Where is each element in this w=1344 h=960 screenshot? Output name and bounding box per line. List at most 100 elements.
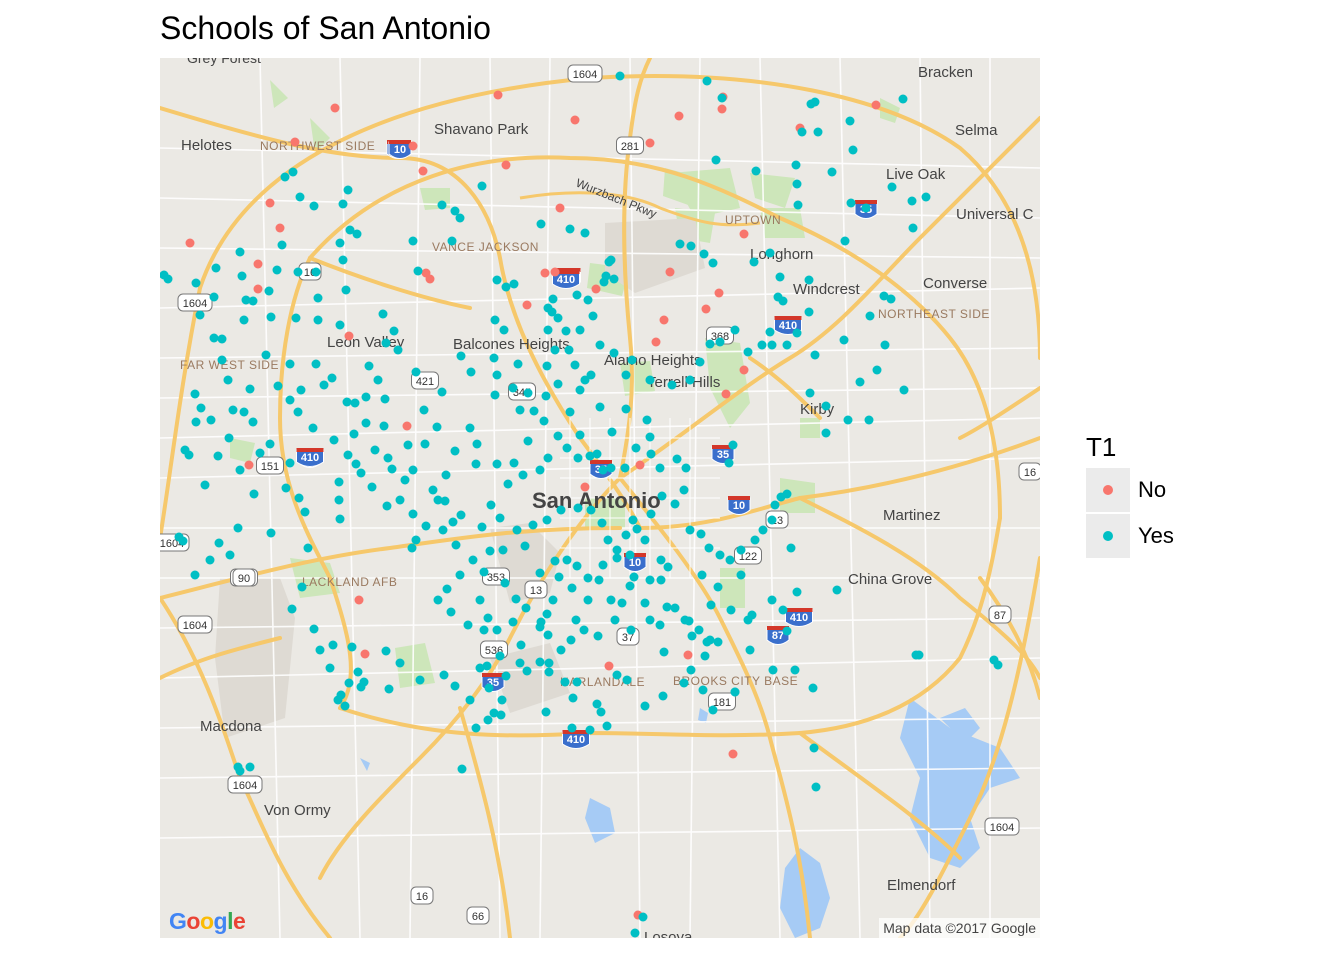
school-point-yes <box>543 453 553 463</box>
school-point-yes <box>553 379 563 389</box>
school-point-yes <box>529 406 539 416</box>
school-point-no <box>659 315 669 325</box>
school-point-yes <box>492 370 502 380</box>
school-point-yes <box>617 598 627 608</box>
highway-shield-label: 1604 <box>573 69 597 81</box>
school-point-yes <box>583 595 593 605</box>
school-point-yes <box>245 762 255 772</box>
map-attribution[interactable]: Map data ©2017 Google <box>879 918 1040 938</box>
school-point-yes <box>659 647 669 657</box>
school-point-yes <box>432 422 442 432</box>
school-point-no <box>330 103 340 113</box>
point-marker-icon <box>1103 531 1113 541</box>
school-point-yes <box>565 407 575 417</box>
school-point-no <box>871 100 881 110</box>
school-point-yes <box>311 267 321 277</box>
highway-shield-label: 16 <box>1024 467 1036 479</box>
school-point-no <box>645 138 655 148</box>
school-point-yes <box>209 333 219 343</box>
school-point-no <box>418 166 428 176</box>
school-point-yes <box>379 421 389 431</box>
school-point-yes <box>592 699 602 709</box>
school-point-yes <box>846 198 856 208</box>
school-point-yes <box>515 658 525 668</box>
school-point-yes <box>782 489 792 499</box>
school-point-yes <box>645 375 655 385</box>
place-label: Universal C <box>956 206 1034 223</box>
school-point-yes <box>180 445 190 455</box>
school-point-yes <box>266 312 276 322</box>
school-point-yes <box>479 567 489 577</box>
highway-shield-icon: 1604 <box>984 817 1020 836</box>
highway-shield-icon: 90 <box>232 568 256 587</box>
school-point-yes <box>408 236 418 246</box>
school-point-yes <box>571 615 581 625</box>
school-point-yes <box>408 465 418 475</box>
place-label: Longhorn <box>750 246 813 263</box>
school-point-yes <box>700 651 710 661</box>
school-point-yes <box>553 313 563 323</box>
school-point-yes <box>640 535 650 545</box>
school-point-yes <box>610 615 620 625</box>
school-point-yes <box>621 404 631 414</box>
school-point-yes <box>300 507 310 517</box>
map-panel[interactable]: Grey Forest Bracken Shavano Park Selma H… <box>160 58 1040 938</box>
school-point-yes <box>233 523 243 533</box>
place-label: Losoya <box>644 929 693 938</box>
school-point-yes <box>686 241 696 251</box>
school-point-yes <box>367 482 377 492</box>
highway-shield-label: 151 <box>261 461 279 473</box>
school-point-yes <box>285 395 295 405</box>
school-point-yes <box>543 325 553 335</box>
school-point-yes <box>583 573 593 583</box>
highway-shield-icon: 1604 <box>177 615 213 634</box>
school-point-yes <box>489 708 499 718</box>
school-point-yes <box>736 570 746 580</box>
school-point-yes <box>325 663 335 673</box>
school-point-yes <box>541 391 551 401</box>
school-point-yes <box>655 463 665 473</box>
school-point-yes <box>686 665 696 675</box>
legend: T1 No Yes <box>1086 432 1174 559</box>
school-point-no <box>591 284 601 294</box>
school-point-yes <box>770 500 780 510</box>
school-point-yes <box>319 380 329 390</box>
school-point-yes <box>675 239 685 249</box>
school-point-yes <box>612 553 622 563</box>
school-point-yes <box>335 514 345 524</box>
school-point-yes <box>456 510 466 520</box>
school-point-yes <box>255 448 265 458</box>
legend-key-yes <box>1086 514 1130 558</box>
school-point-yes <box>550 556 560 566</box>
school-point-yes <box>821 428 831 438</box>
school-point-yes <box>562 555 572 565</box>
school-point-yes <box>361 392 371 402</box>
school-point-yes <box>810 97 820 107</box>
school-point-yes <box>217 334 227 344</box>
school-point-yes <box>438 525 448 535</box>
school-point-yes <box>572 677 582 687</box>
place-label: Live Oak <box>886 166 946 183</box>
school-point-yes <box>628 515 638 525</box>
school-point-yes <box>486 500 496 510</box>
school-point-yes <box>907 196 917 206</box>
school-point-yes <box>223 375 233 385</box>
school-point-no <box>739 229 749 239</box>
school-point-yes <box>338 255 348 265</box>
school-point-yes <box>542 361 552 371</box>
school-point-yes <box>384 684 394 694</box>
highway-shield-label: 421 <box>416 376 434 388</box>
school-point-yes <box>419 405 429 415</box>
highway-shield-label: 410 <box>301 452 319 464</box>
school-point-yes <box>472 439 482 449</box>
place-label: Converse <box>923 275 987 292</box>
google-logo[interactable]: Google <box>169 908 246 935</box>
school-point-yes <box>448 517 458 527</box>
school-point-no <box>425 274 435 284</box>
school-point-yes <box>465 695 475 705</box>
school-point-no <box>651 337 661 347</box>
school-point-yes <box>667 380 677 390</box>
school-point-yes <box>350 398 360 408</box>
school-point-yes <box>190 389 200 399</box>
school-point-yes <box>595 340 605 350</box>
